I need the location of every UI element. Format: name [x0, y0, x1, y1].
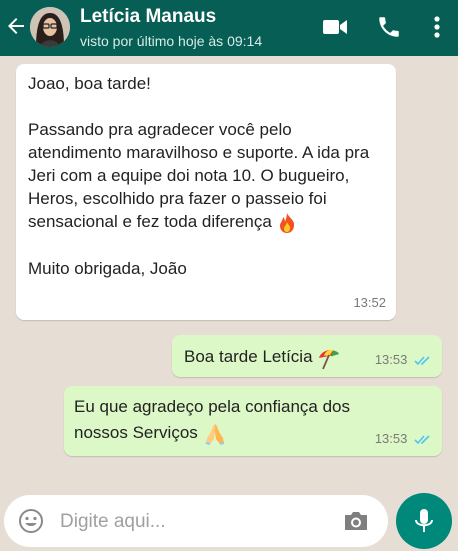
avatar[interactable]: [30, 7, 70, 47]
message-text: Joao, boa tarde! Passando pra agradecer …: [28, 74, 370, 278]
message-input[interactable]: [58, 505, 322, 539]
back-arrow-icon[interactable]: [4, 14, 28, 38]
outgoing-message[interactable]: Boa tarde Letícia 13:53: [172, 335, 442, 377]
more-options-icon[interactable]: [424, 14, 450, 40]
message-meta: 13:53: [375, 348, 432, 371]
emoji-icon[interactable]: [18, 508, 44, 534]
message-meta: 13:53: [375, 427, 432, 450]
mic-icon: [415, 509, 433, 532]
contact-name[interactable]: Letícia Manaus: [80, 6, 216, 28]
fire-emoji: [279, 212, 294, 233]
message-input-container[interactable]: [4, 495, 388, 547]
read-ticks-icon: [414, 435, 430, 445]
message-list[interactable]: Joao, boa tarde! Passando pra agradecer …: [0, 56, 458, 491]
outgoing-message[interactable]: Eu que agradeço pela confiança dos nosso…: [64, 386, 442, 456]
read-ticks-icon: [414, 356, 430, 366]
praying-hands-emoji: [205, 423, 224, 445]
camera-icon[interactable]: [342, 508, 370, 534]
last-seen-status: visto por último hoje às 09:14: [80, 33, 263, 49]
video-call-icon[interactable]: [322, 14, 348, 40]
message-time: 13:52: [353, 295, 386, 310]
message-time: 13:53: [374, 431, 408, 446]
phone-icon[interactable]: [376, 14, 402, 40]
message-composer: [0, 491, 458, 551]
chat-header: Letícia Manaus visto por último hoje às …: [0, 0, 458, 56]
beach-umbrella-emoji: [319, 349, 340, 369]
message-time: 13:53: [374, 352, 408, 367]
message-text: Eu que agradeço pela confiança dos nosso…: [74, 394, 404, 446]
message-text: Boa tarde Letícia: [184, 345, 341, 370]
incoming-message[interactable]: Joao, boa tarde! Passando pra agradecer …: [16, 64, 396, 320]
mic-button[interactable]: [396, 493, 452, 549]
